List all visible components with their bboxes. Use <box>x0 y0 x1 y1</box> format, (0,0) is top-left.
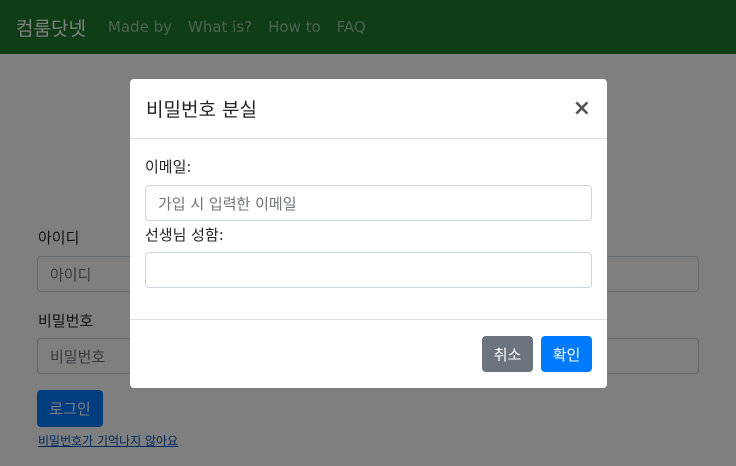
teacher-name-label: 선생님 성함: <box>145 226 224 244</box>
email-label: 이메일: <box>145 158 192 176</box>
modal-title: 비밀번호 분실 <box>146 99 257 121</box>
close-icon[interactable]: × <box>573 97 591 120</box>
confirm-button[interactable]: 확인 <box>541 336 592 372</box>
lost-password-modal: 비밀번호 분실 × 이메일: 가입 시 입력한 이메일 선생님 성함: 취소 확… <box>130 79 607 388</box>
cancel-button[interactable]: 취소 <box>482 336 533 372</box>
modal-body: 이메일: 가입 시 입력한 이메일 선생님 성함: <box>130 139 607 320</box>
modal-footer: 취소 확인 <box>130 320 607 388</box>
teacher-name-input[interactable] <box>145 252 592 288</box>
email-input[interactable]: 가입 시 입력한 이메일 <box>145 185 592 221</box>
modal-header: 비밀번호 분실 × <box>130 79 607 139</box>
